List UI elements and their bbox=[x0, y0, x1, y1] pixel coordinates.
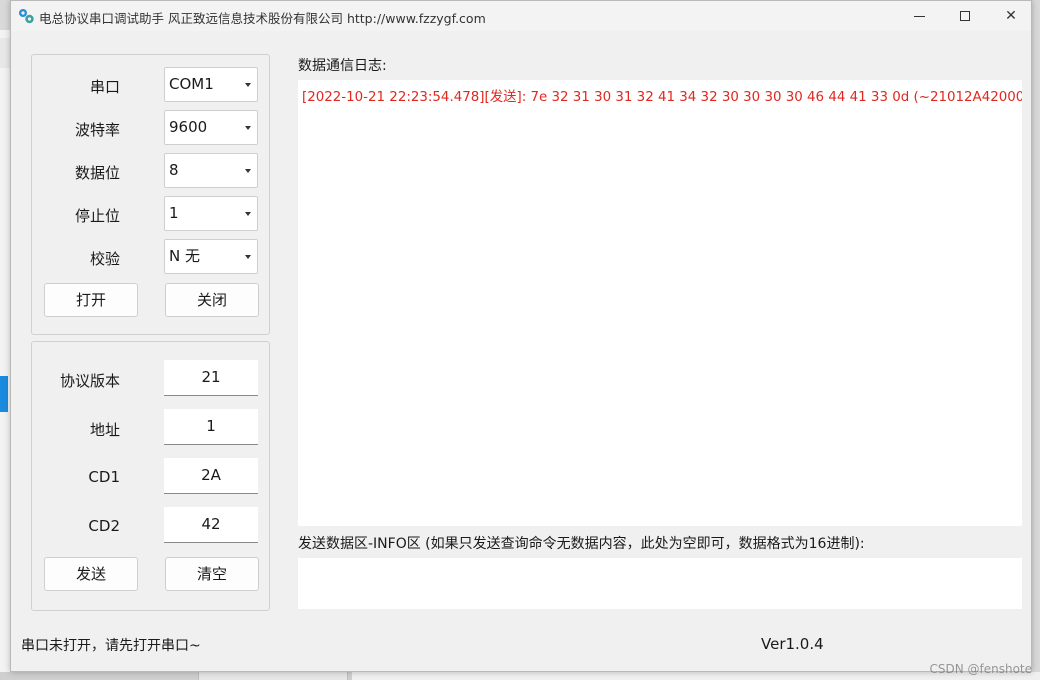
address-input[interactable]: 1 bbox=[164, 409, 258, 445]
maximize-icon bbox=[960, 11, 970, 21]
port-label: 串口 bbox=[89, 78, 120, 96]
cd1-input[interactable]: 2A bbox=[164, 458, 258, 494]
protocol-version-input[interactable]: 21 bbox=[164, 360, 258, 396]
window-title: 电总协议串口调试助手 风正致远信息技术股份有限公司 http://www.fzz… bbox=[39, 11, 486, 26]
parity-value: N 无 bbox=[169, 247, 200, 265]
protocol-settings-group: 协议版本 21 地址 1 CD1 2A CD2 42 发送 清空 bbox=[31, 341, 270, 611]
app-gears-icon bbox=[19, 9, 34, 24]
baud-rate-label: 波特率 bbox=[74, 121, 120, 139]
minimize-icon bbox=[913, 15, 925, 17]
status-message: 串口未打开，请先打开串口~ bbox=[21, 638, 201, 654]
baud-rate-value: 9600 bbox=[169, 118, 208, 136]
chevron-down-icon bbox=[245, 126, 251, 130]
data-bits-select[interactable]: 8 bbox=[164, 153, 258, 188]
chevron-down-icon bbox=[245, 83, 251, 87]
communication-log[interactable]: [2022-10-21 22:23:54.478][发送]: 7e 32 31 … bbox=[298, 80, 1022, 526]
close-port-button[interactable]: 关闭 bbox=[165, 283, 259, 317]
close-icon: ✕ bbox=[1005, 8, 1017, 24]
stop-bits-value: 1 bbox=[169, 204, 179, 222]
parity-select[interactable]: N 无 bbox=[164, 239, 258, 274]
cd2-label: CD2 bbox=[88, 517, 120, 535]
data-bits-label: 数据位 bbox=[74, 164, 120, 182]
port-select[interactable]: COM1 bbox=[164, 67, 258, 102]
cd2-input[interactable]: 42 bbox=[164, 507, 258, 543]
watermark: CSDN @fenshote bbox=[929, 662, 1032, 676]
cd1-label: CD1 bbox=[88, 468, 120, 486]
address-label: 地址 bbox=[89, 421, 120, 439]
chevron-down-icon bbox=[245, 169, 251, 173]
background-taskbar bbox=[0, 672, 1040, 680]
client-area: 串口 COM1 波特率 9600 数据位 8 停止位 1 校验 N 无 打开 关… bbox=[11, 31, 1031, 671]
parity-label: 校验 bbox=[89, 250, 120, 268]
minimize-button[interactable] bbox=[896, 1, 942, 31]
background-segment bbox=[198, 672, 348, 680]
open-port-button[interactable]: 打开 bbox=[44, 283, 138, 317]
send-data-input[interactable] bbox=[298, 558, 1022, 609]
chevron-down-icon bbox=[245, 212, 251, 216]
version-label: Ver1.0.4 bbox=[761, 635, 824, 653]
port-value: COM1 bbox=[169, 75, 214, 93]
background-accent bbox=[0, 376, 8, 412]
clear-button[interactable]: 清空 bbox=[165, 557, 259, 591]
send-button[interactable]: 发送 bbox=[44, 557, 138, 591]
protocol-version-label: 协议版本 bbox=[59, 372, 120, 390]
log-label: 数据通信日志: bbox=[298, 58, 387, 74]
chevron-down-icon bbox=[245, 255, 251, 259]
title-bar[interactable]: 电总协议串口调试助手 风正致远信息技术股份有限公司 http://www.fzz… bbox=[11, 1, 1031, 31]
stop-bits-select[interactable]: 1 bbox=[164, 196, 258, 231]
background-strip bbox=[0, 38, 10, 68]
serial-settings-group: 串口 COM1 波特率 9600 数据位 8 停止位 1 校验 N 无 打开 关… bbox=[31, 54, 270, 335]
close-button[interactable]: ✕ bbox=[988, 1, 1034, 31]
stop-bits-label: 停止位 bbox=[74, 207, 120, 225]
baud-rate-select[interactable]: 9600 bbox=[164, 110, 258, 145]
app-window: 电总协议串口调试助手 风正致远信息技术股份有限公司 http://www.fzz… bbox=[10, 0, 1032, 672]
send-data-label: 发送数据区-INFO区 (如果只发送查询命令无数据内容，此处为空即可，数据格式为… bbox=[298, 536, 865, 552]
log-entry: [2022-10-21 22:23:54.478][发送]: 7e 32 31 … bbox=[302, 90, 1022, 105]
maximize-button[interactable] bbox=[942, 1, 988, 31]
data-bits-value: 8 bbox=[169, 161, 179, 179]
